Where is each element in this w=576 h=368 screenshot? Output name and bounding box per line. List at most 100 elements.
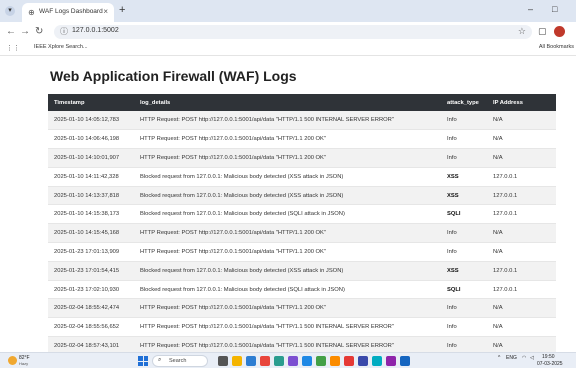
maximize-button[interactable]: □ [552, 4, 557, 14]
tab-close-button[interactable]: × [103, 7, 108, 16]
cell-attack-type: SQLI [441, 280, 487, 300]
cell-log-details: HTTP Request: POST http://127.0.0.1:5001… [134, 317, 441, 338]
app-icon-3[interactable] [316, 356, 326, 366]
table-body: 2025-01-10 14:05:12,783 HTTP Request: POS… [48, 111, 556, 368]
cell-log-details: HTTP Request: POST http://127.0.0.1:5001… [134, 148, 441, 168]
bookmarks-bar: ⋮⋮ IEEE Xplore Search... All Bookmarks [0, 42, 576, 56]
cell-ip-address: 127.0.0.1 [487, 186, 556, 206]
file-explorer-icon[interactable] [232, 356, 242, 366]
cell-log-details: Blocked request from 127.0.0.1: Maliciou… [134, 167, 441, 187]
table-row: 2025-01-23 17:01:13,909 HTTP Request: POS… [48, 242, 556, 262]
cell-ip-address: N/A [487, 111, 556, 131]
cell-timestamp: 2025-02-04 18:55:42,474 [48, 298, 134, 319]
cell-log-details: Blocked request from 127.0.0.1: Maliciou… [134, 204, 441, 225]
app-icon-8[interactable] [400, 356, 410, 366]
cell-ip-address: N/A [487, 223, 556, 244]
search-label: Search [169, 358, 187, 364]
clock-time[interactable]: 19:50 [542, 354, 555, 360]
cell-timestamp: 2025-01-10 14:13:37,818 [48, 186, 134, 206]
cell-ip-address: 127.0.0.1 [487, 280, 556, 300]
cell-attack-type: Info [441, 111, 487, 131]
site-info-icon[interactable]: ⓘ [60, 26, 68, 37]
table-row: 2025-01-10 14:15:38,173 Blocked request f… [48, 204, 556, 225]
tab-strip: ▾ ⊕ WAF Logs Dashboard × + – □ [0, 0, 576, 22]
mail-icon[interactable] [302, 356, 312, 366]
chrome-icon[interactable] [260, 356, 270, 366]
bookmark-star-icon[interactable]: ☆ [518, 26, 526, 37]
taskbar: 82°F Hazy ⌕ Search ^ ENG ◠ ◁ 19:50 07-03… [0, 352, 576, 368]
table-row: 2025-01-10 14:15:45,168 HTTP Request: POS… [48, 223, 556, 244]
cell-attack-type: Info [441, 223, 487, 244]
logs-table: Timestamp log_details attack_type IP Add… [48, 94, 556, 368]
app-icon-4[interactable] [330, 356, 340, 366]
new-tab-button[interactable]: + [119, 4, 125, 16]
search-icon: ⌕ [158, 357, 162, 363]
weather-condition: Hazy [19, 361, 29, 366]
extensions-icon[interactable]: ▢ [538, 26, 547, 37]
cell-timestamp: 2025-01-10 14:10:01,907 [48, 148, 134, 168]
cell-log-details: HTTP Request: POST http://127.0.0.1:5001… [134, 242, 441, 262]
tab-search-button[interactable]: ▾ [5, 6, 15, 16]
volume-icon[interactable]: ◁ [530, 355, 534, 361]
cell-timestamp: 2025-01-10 14:15:38,173 [48, 204, 134, 225]
table-row: 2025-01-23 17:02:10,930 Blocked request f… [48, 280, 556, 300]
cell-attack-type: Info [441, 148, 487, 168]
cell-log-details: HTTP Request: POST http://127.0.0.1:5001… [134, 223, 441, 244]
wifi-icon[interactable]: ◠ [522, 355, 526, 361]
vscode-icon[interactable] [386, 356, 396, 366]
cell-attack-type: Info [441, 129, 487, 150]
cell-timestamp: 2025-02-04 18:55:56,652 [48, 317, 134, 338]
edge-icon[interactable] [246, 356, 256, 366]
cell-log-details: Blocked request from 127.0.0.1: Maliciou… [134, 280, 441, 300]
cell-ip-address: N/A [487, 148, 556, 168]
apps-grid-icon[interactable]: ⋮⋮ [6, 44, 20, 52]
taskbar-search[interactable]: ⌕ Search [152, 355, 208, 367]
app-icon-5[interactable] [344, 356, 354, 366]
header-ip-address: IP Address [493, 99, 523, 106]
header-timestamp: Timestamp [54, 99, 85, 106]
browser-toolbar: ← → ↻ ⓘ 127.0.0.1:5002 ☆ ▢ [0, 22, 576, 42]
cell-timestamp: 2025-01-10 14:06:46,198 [48, 129, 134, 150]
app-icon-7[interactable] [372, 356, 382, 366]
globe-icon: ⊕ [28, 8, 35, 17]
cell-ip-address: 127.0.0.1 [487, 167, 556, 187]
table-row: 2025-01-10 14:13:37,818 Blocked request f… [48, 186, 556, 206]
cell-timestamp: 2025-01-23 17:01:54,415 [48, 261, 134, 281]
cell-timestamp: 2025-01-10 14:05:12,783 [48, 111, 134, 131]
cell-ip-address: N/A [487, 298, 556, 319]
all-bookmarks[interactable]: All Bookmarks [539, 44, 574, 50]
logs-table-container: Timestamp log_details attack_type IP Add… [48, 94, 556, 368]
task-view-icon[interactable] [218, 356, 228, 366]
table-row: 2025-02-04 18:55:56,652 HTTP Request: POS… [48, 317, 556, 338]
cell-log-details: HTTP Request: POST http://127.0.0.1:5001… [134, 298, 441, 319]
tab-waf-logs[interactable]: ⊕ WAF Logs Dashboard × [22, 3, 114, 22]
forward-arrow-icon[interactable]: → [20, 26, 30, 37]
back-arrow-icon[interactable]: ← [6, 26, 16, 37]
table-row: 2025-01-10 14:06:46,198 HTTP Request: POS… [48, 129, 556, 150]
cell-ip-address: N/A [487, 242, 556, 262]
start-button-icon[interactable] [138, 356, 148, 366]
app-icon-6[interactable] [358, 356, 368, 366]
profile-avatar[interactable] [554, 26, 565, 37]
cell-attack-type: Info [441, 242, 487, 262]
cell-timestamp: 2025-01-23 17:01:13,909 [48, 242, 134, 262]
language-indicator[interactable]: ENG [506, 355, 517, 361]
app-icon-2[interactable] [288, 356, 298, 366]
cell-log-details: Blocked request from 127.0.0.1: Maliciou… [134, 186, 441, 206]
bookmark-ieee[interactable]: IEEE Xplore Search... [34, 44, 88, 50]
table-row: 2025-01-10 14:05:12,783 HTTP Request: POS… [48, 111, 556, 131]
cell-attack-type: Info [441, 298, 487, 319]
table-row: 2025-02-04 18:55:42,474 HTTP Request: POS… [48, 298, 556, 319]
cell-attack-type: XSS [441, 186, 487, 206]
cell-timestamp: 2025-01-10 14:11:42,328 [48, 167, 134, 187]
reload-icon[interactable]: ↻ [35, 26, 43, 37]
app-icon-1[interactable] [274, 356, 284, 366]
cell-timestamp: 2025-01-10 14:15:45,168 [48, 223, 134, 244]
address-bar[interactable]: ⓘ 127.0.0.1:5002 ☆ [54, 25, 532, 39]
cell-timestamp: 2025-01-23 17:02:10,930 [48, 280, 134, 300]
cell-ip-address: 127.0.0.1 [487, 261, 556, 281]
minimize-button[interactable]: – [528, 4, 533, 14]
weather-sun-icon[interactable] [8, 356, 17, 365]
clock-date[interactable]: 07-03-2025 [537, 361, 563, 367]
tray-chevron-icon[interactable]: ^ [498, 355, 500, 361]
